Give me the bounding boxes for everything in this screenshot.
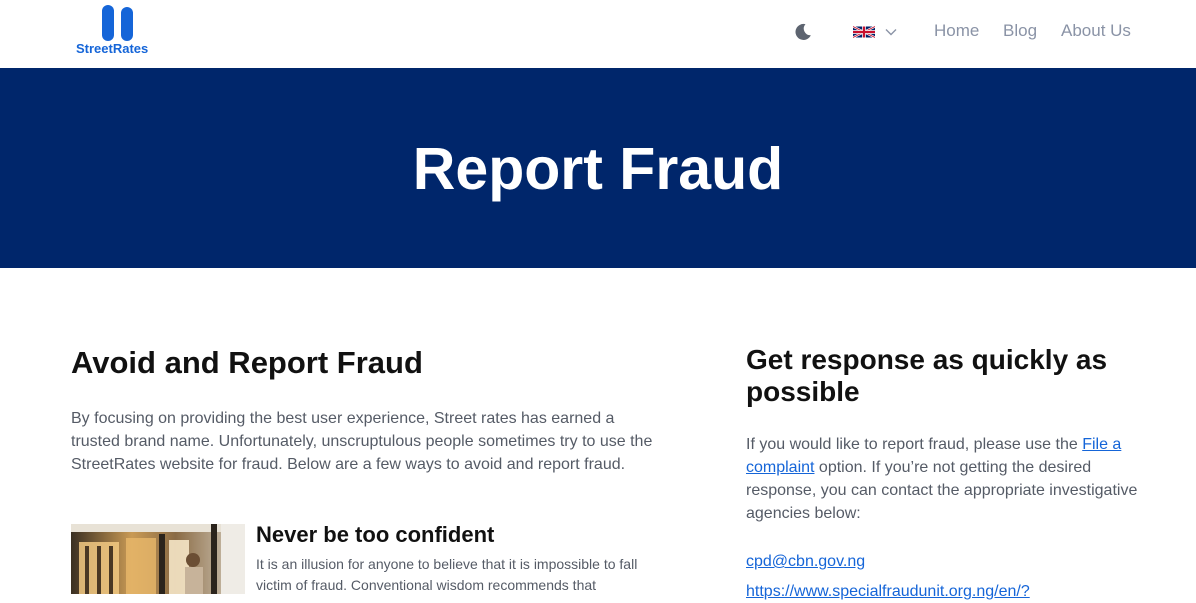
contact-email-link[interactable]: cpd@cbn.gov.ng [746, 550, 865, 573]
logo-mark-icon [102, 5, 133, 41]
avoid-fraud-heading: Avoid and Report Fraud [71, 345, 423, 380]
report-text-before: If you would like to report fraud, pleas… [746, 436, 1083, 453]
language-selector[interactable] [853, 23, 901, 41]
site-logo[interactable]: StreetRates [74, 3, 164, 59]
theme-toggle-button[interactable] [793, 22, 813, 42]
office-photo-image [71, 524, 245, 594]
contact-website-link[interactable]: https://www.specialfraudunit.org.ng/en/? [746, 580, 1030, 603]
nav-home-link[interactable]: Home [934, 21, 979, 41]
chevron-down-icon [885, 29, 897, 36]
page-title: Report Fraud [412, 136, 784, 202]
card-image [71, 524, 245, 594]
moon-icon [795, 23, 811, 40]
site-header: StreetRates Home Blog About Us [0, 0, 1196, 68]
card-title: Never be too confident [256, 522, 495, 547]
hero-banner: Report Fraud [0, 68, 1196, 268]
nav-blog-link[interactable]: Blog [1003, 21, 1037, 41]
report-instructions: If you would like to report fraud, pleas… [746, 433, 1146, 525]
quick-response-heading: Get response as quickly as possible [746, 344, 1108, 407]
nav-about-link[interactable]: About Us [1061, 21, 1131, 41]
logo-text: StreetRates [76, 41, 149, 56]
avoid-fraud-intro: By focusing on providing the best user e… [71, 410, 653, 473]
card-body: It is an illusion for anyone to believe … [256, 556, 638, 593]
uk-flag-icon [853, 25, 875, 39]
